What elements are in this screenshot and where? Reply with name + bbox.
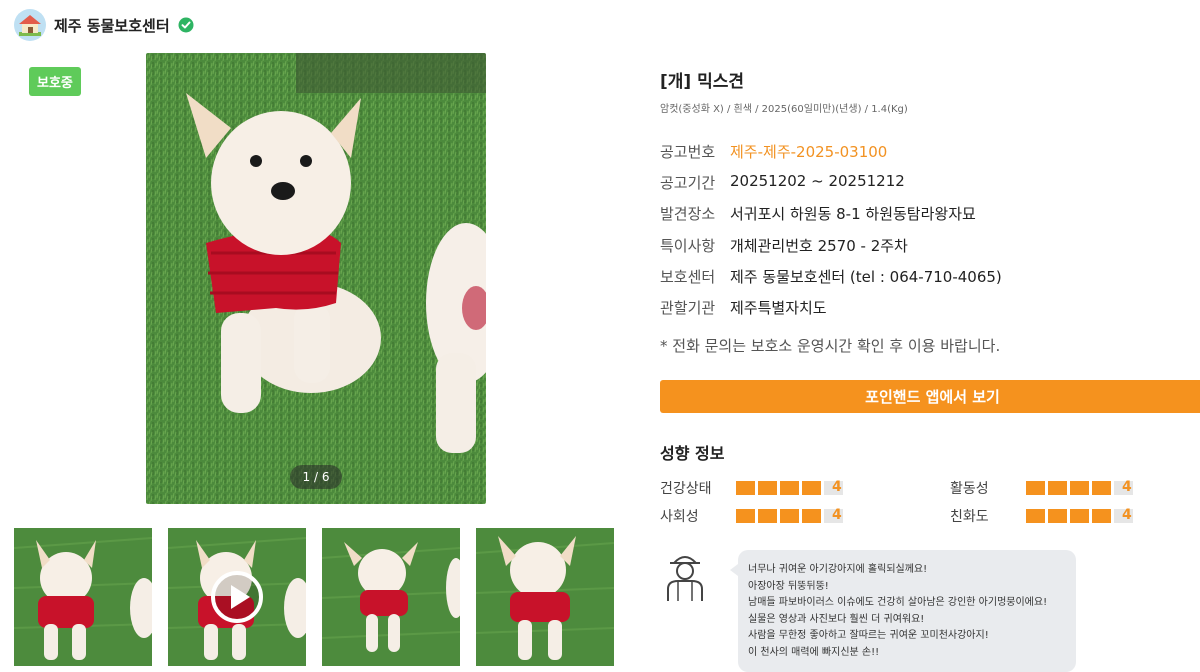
comment-line: 이 천사의 매력에 빠지신분 손!!	[748, 646, 880, 658]
rating-segment-filled	[1048, 509, 1067, 523]
phone-notice: * 전화 문의는 보호소 운영시간 확인 후 이용 바랍니다.	[660, 337, 1001, 355]
rating-segment-filled	[1048, 481, 1067, 495]
rating-segment-filled	[1070, 481, 1089, 495]
rating-segment-filled	[736, 509, 755, 523]
info-label: 발견장소	[660, 205, 716, 223]
notice-number-link[interactable]: 제주-제주-2025-03100	[730, 141, 887, 162]
info-value: 20251202 ~ 20251212	[730, 172, 905, 190]
rating-segment-filled	[1092, 481, 1111, 495]
comment-line: 아장아장 뒤뚱뒤뚱!	[748, 580, 829, 592]
trait-rating-bar	[736, 509, 843, 523]
info-label: 관할기관	[660, 299, 716, 317]
main-photo[interactable]: 1 / 6	[146, 53, 486, 504]
trait-sociability: 사회성 4	[660, 506, 860, 526]
photo-counter: 1 / 6	[290, 465, 342, 489]
trait-score: 4	[1122, 507, 1132, 523]
traits-title: 성향 정보	[660, 444, 725, 463]
rating-segment-filled	[736, 481, 755, 495]
trait-label: 사회성	[660, 509, 699, 525]
rating-segment-filled	[802, 509, 821, 523]
comment-line: 실물은 영상과 사진보다 훨씬 더 귀여워요!	[748, 613, 925, 625]
trait-label: 활동성	[950, 481, 989, 497]
info-row-shelter: 보호센터 제주 동물보호센터 (tel : 064-710-4065)	[660, 266, 1002, 287]
rating-segment-filled	[1026, 509, 1045, 523]
thumbnail-video[interactable]	[168, 528, 306, 666]
trait-score: 4	[832, 479, 842, 495]
info-row-period: 공고기간 20251202 ~ 20251212	[660, 172, 905, 193]
open-in-app-button[interactable]: 포인핸드 앱에서 보기	[660, 380, 1200, 413]
info-value: 개체관리번호 2570 - 2주차	[730, 237, 908, 255]
rating-segment-filled	[758, 481, 777, 495]
animal-subtitle: 암컷(중성화 X) / 흰색 / 2025(60일미만)(년생) / 1.4(K…	[660, 104, 908, 115]
trait-rating-bar	[1026, 509, 1133, 523]
rating-segment-filled	[780, 481, 799, 495]
caretaker-comment: 너무나 귀여운 아기강아지에 홀릭되실께요! 아장아장 뒤뚱뒤뚱! 남매들 파보…	[730, 550, 1076, 672]
trait-score: 4	[1122, 479, 1132, 495]
shelter-name[interactable]: 제주 동물보호센터	[54, 15, 170, 36]
info-row-found-place: 발견장소 서귀포시 하원동 8-1 하원동탐라왕자묘	[660, 203, 976, 224]
rating-segment-filled	[1070, 509, 1089, 523]
info-value: 제주 동물보호센터 (tel : 064-710-4065)	[730, 268, 1002, 286]
info-value: 서귀포시 하원동 8-1 하원동탐라왕자묘	[730, 205, 976, 223]
info-label: 공고번호	[660, 143, 716, 161]
trait-activity: 활동성 4	[950, 478, 1150, 498]
comment-line: 너무나 귀여운 아기강아지에 홀릭되실께요!	[748, 564, 928, 575]
rating-segment-filled	[1092, 509, 1111, 523]
thumbnail-1[interactable]	[14, 528, 152, 666]
thumbnail-4[interactable]	[476, 528, 614, 666]
rating-segment-filled	[780, 509, 799, 523]
trait-score: 4	[832, 507, 842, 523]
info-row-notice-number: 공고번호 제주-제주-2025-03100	[660, 141, 887, 162]
caretaker-icon	[667, 556, 703, 601]
status-badge: 보호중	[29, 67, 81, 96]
trait-health: 건강상태 4	[660, 478, 860, 498]
thumbnail-strip	[14, 528, 614, 666]
info-row-jurisdiction: 관할기관 제주특별자치도	[660, 297, 827, 318]
shelter-header[interactable]: 제주 동물보호센터	[14, 8, 194, 42]
info-row-special-notes: 특이사항 개체관리번호 2570 - 2주차	[660, 235, 908, 256]
thumbnail-3[interactable]	[322, 528, 460, 666]
verified-check-icon	[178, 17, 194, 33]
trait-rating-bar	[736, 481, 843, 495]
info-label: 특이사항	[660, 237, 716, 255]
rating-segment-filled	[802, 481, 821, 495]
info-label: 보호센터	[660, 268, 716, 286]
trait-label: 건강상태	[660, 481, 712, 497]
comment-line: 남매들 파보바이러스 이슈에도 건강히 살아남은 강인한 아기멍뭉이에요!	[748, 597, 1048, 608]
rating-segment-filled	[758, 509, 777, 523]
trait-label: 친화도	[950, 509, 989, 525]
info-value: 제주특별자치도	[730, 299, 827, 317]
play-icon[interactable]	[210, 570, 264, 624]
trait-rating-bar	[1026, 481, 1133, 495]
shelter-house-icon	[14, 9, 46, 41]
comment-line: 사람을 무한정 좋아하고 잘따르는 귀여운 꼬미천사강아지!	[748, 630, 989, 641]
trait-friendliness: 친화도 4	[950, 506, 1150, 526]
info-label: 공고기간	[660, 174, 716, 192]
animal-title: [개] 믹스견	[660, 72, 745, 92]
rating-segment-filled	[1026, 481, 1045, 495]
